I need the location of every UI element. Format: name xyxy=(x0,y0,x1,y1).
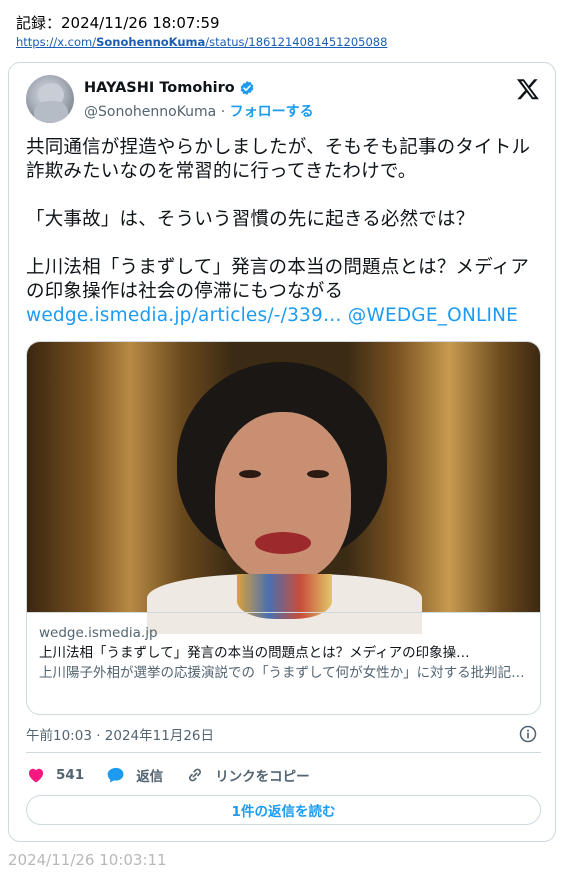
article-link[interactable]: wedge.ismedia.jp/articles/-/339… xyxy=(26,305,342,326)
author-handle-row: @SonohennoKuma · フォローする xyxy=(84,101,314,121)
link-preview-meta: wedge.ismedia.jp 上川法相「うまずして」発言の本当の問題点とは？… xyxy=(27,612,540,714)
like-count: 541 xyxy=(56,767,85,783)
tweet-card: HAYASHI Tomohiro @SonohennoKuma · フォローする… xyxy=(8,62,556,842)
url-prefix: https://x.com/ xyxy=(16,35,97,49)
tweet-text-paragraph-2: 「大事故」は、そういう習慣の先に起きる必然では？ xyxy=(26,209,475,230)
mention-link[interactable]: @WEDGE_ONLINE xyxy=(348,305,518,326)
heart-icon xyxy=(28,768,44,783)
read-replies-button[interactable]: 1件の返信を読む xyxy=(26,795,541,825)
author-display-name[interactable]: HAYASHI Tomohiro xyxy=(84,80,235,96)
avatar[interactable] xyxy=(26,75,74,123)
reply-bubble-icon xyxy=(107,767,124,783)
author-handle[interactable]: @SonohennoKuma xyxy=(84,104,216,120)
divider xyxy=(26,752,541,753)
image-eye-left xyxy=(239,470,261,478)
footer-timestamp: 2024/11/26 10:03:11 xyxy=(8,851,167,869)
handle-separator: · xyxy=(216,104,230,120)
link-icon xyxy=(189,768,202,782)
like-button[interactable]: 541 xyxy=(26,765,84,785)
copy-link-button[interactable]: リンクをコピー xyxy=(185,765,310,785)
link-preview-card[interactable]: wedge.ismedia.jp 上川法相「うまずして」発言の本当の問題点とは？… xyxy=(26,341,541,715)
x-logo-icon[interactable] xyxy=(516,77,540,101)
follow-button[interactable]: フォローする xyxy=(230,104,314,120)
info-icon[interactable] xyxy=(519,725,537,743)
tweet-url-link[interactable]: https://x.com/SonohennoKuma/status/18612… xyxy=(16,35,387,49)
tweet-text-paragraph-1: 共同通信が捏造やらかしましたが、そもそも記事のタイトル詐欺みたいなのを常習的に行… xyxy=(26,137,531,182)
link-description: 上川陽子外相が選挙の応援演説での「うまずして何が女性か」に対する批判記事は、発言… xyxy=(39,665,527,681)
url-user: SonohennoKuma xyxy=(96,35,206,49)
url-suffix: /status/1861214081451205088 xyxy=(205,35,388,49)
reply-action-button[interactable]: 返信 xyxy=(106,765,163,785)
link-title: 上川法相「うまずして」発言の本当の問題点とは？メディアの印象操… xyxy=(39,645,470,661)
image-mouth xyxy=(255,532,311,554)
tweet-timestamp[interactable]: 午前10:03 · 2024年11月26日 xyxy=(26,724,214,744)
link-domain: wedge.ismedia.jp xyxy=(39,625,158,641)
reply-label: 返信 xyxy=(136,769,164,785)
author-name-row: HAYASHI Tomohiro xyxy=(84,80,255,96)
action-bar: 541 返信 リンクをコピー xyxy=(26,763,332,787)
tweet-text-paragraph-3: 上川法相「うまずして」発言の本当の問題点とは？メディアの印象操作は社会の停滞にも… xyxy=(26,257,530,302)
image-eye-right xyxy=(307,470,329,478)
copy-link-label: リンクをコピー xyxy=(215,769,310,785)
avatar-bear-body xyxy=(34,101,68,123)
link-preview-image xyxy=(27,342,540,634)
record-timestamp: 記録：2024/11/26 18:07:59 xyxy=(16,14,220,32)
image-face xyxy=(215,412,351,582)
verified-badge-icon xyxy=(240,81,254,95)
tweet-text: 共同通信が捏造やらかしましたが、そもそも記事のタイトル詐欺みたいなのを常習的に行… xyxy=(26,136,546,328)
